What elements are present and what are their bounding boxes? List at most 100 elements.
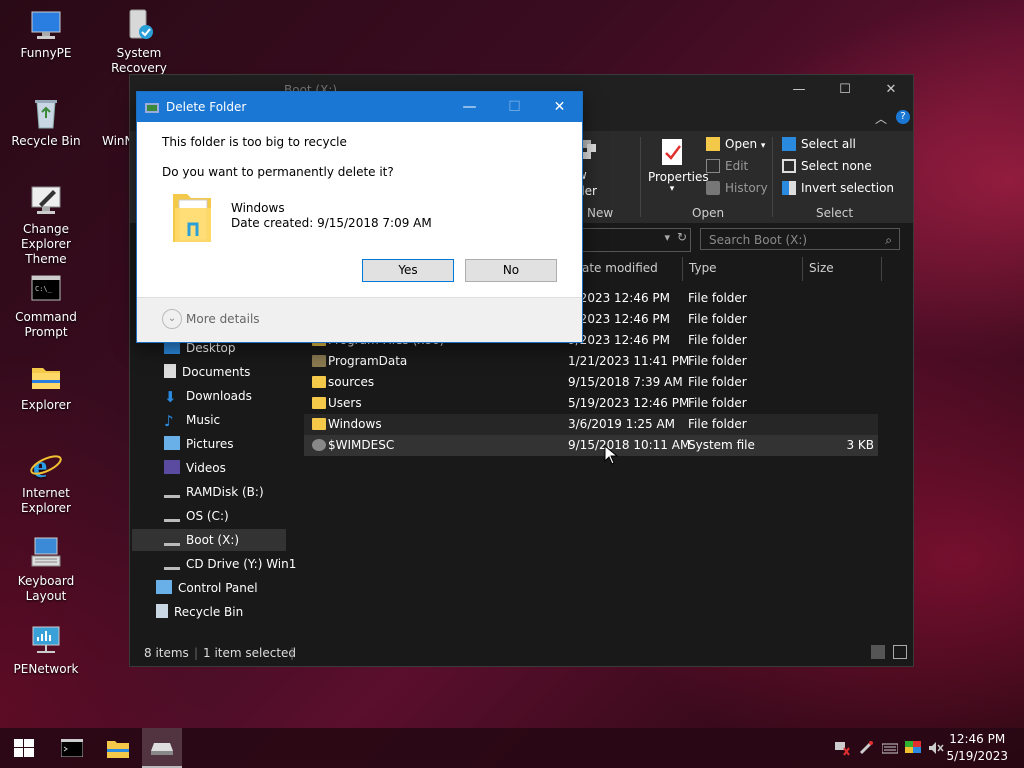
document-icon [164, 364, 176, 378]
select-none-button[interactable]: Select none [782, 159, 872, 173]
file-type: File folder [688, 333, 747, 347]
yes-button[interactable]: Yes [362, 259, 454, 282]
search-input[interactable]: Search Boot (X:) ⌕ [700, 228, 900, 250]
column-date-modified[interactable]: ate modified [582, 261, 658, 275]
select-all-button[interactable]: Select all [782, 137, 856, 151]
refresh-icon[interactable]: ↻ [677, 230, 687, 244]
folder-icon [173, 194, 211, 242]
minimize-button[interactable]: — [776, 75, 822, 105]
file-date: 9/2023 12:46 PM [568, 291, 671, 305]
file-row-selected[interactable]: $WIMDESC 9/15/2018 10:11 AM System file … [304, 435, 878, 456]
taskbar: 12:46 PM 5/19/2023 [0, 728, 1024, 768]
group-new-label: New [587, 206, 614, 220]
file-name: sources [328, 375, 375, 389]
file-date: 9/15/2018 7:39 AM [568, 375, 683, 389]
file-type: System file [688, 438, 755, 452]
taskbar-file-explorer[interactable] [94, 728, 142, 768]
desktop-icon-recycle-bin[interactable]: Recycle Bin [1, 96, 91, 149]
column-type[interactable]: Type [689, 261, 717, 275]
chevron-down-icon[interactable]: ▾ [664, 231, 670, 244]
nav-item-downloads[interactable]: ⬇ Downloads [164, 385, 252, 407]
taskbar-command-prompt[interactable] [48, 728, 96, 768]
nav-item-videos[interactable]: Videos [164, 457, 226, 479]
file-row[interactable]: Users 5/19/2023 12:46 PM File folder [304, 393, 878, 414]
network-icon [29, 624, 63, 658]
network-tray-icon[interactable] [834, 740, 850, 756]
nav-item-ramdisk[interactable]: RAMDisk (B:) [164, 481, 264, 503]
file-type: File folder [688, 417, 747, 431]
desktop-icon-funnype[interactable]: FunnyPE [1, 8, 91, 61]
copy-path-icon[interactable] [580, 138, 604, 163]
nav-item-recycle-bin[interactable]: Recycle Bin [156, 601, 243, 623]
nav-item-cd-drive[interactable]: CD Drive (Y:) Win1 [164, 553, 296, 575]
delete-folder-dialog[interactable]: Delete Folder — ☐ ✕ This folder is too b… [136, 91, 583, 343]
desktop-icon-penetwork[interactable]: PENetwork [1, 624, 91, 677]
drive-icon [151, 743, 173, 755]
maximize-button[interactable]: ☐ [822, 75, 868, 105]
file-date: 5/19/2023 12:46 PM [568, 396, 690, 410]
nav-item-os-c[interactable]: OS (C:) [164, 505, 229, 527]
display-tray-icon[interactable] [905, 740, 921, 756]
file-type: File folder [688, 354, 747, 368]
start-button[interactable] [0, 728, 48, 768]
help-icon[interactable]: ? [896, 110, 910, 124]
column-divider [802, 257, 803, 281]
taskbar-drive-app[interactable] [142, 728, 182, 768]
address-bar[interactable]: ▾ ↻ [578, 228, 691, 252]
no-button[interactable]: No [465, 259, 557, 282]
desktop-icon-explorer[interactable]: Explorer [1, 360, 91, 413]
nav-item-control-panel[interactable]: Control Panel [156, 577, 258, 599]
dialog-footer: ⌄ More details [137, 297, 582, 342]
terminal-icon: C:\_ [29, 272, 63, 306]
nav-item-music[interactable]: ♪ Music [164, 409, 220, 431]
nav-label: Downloads [186, 389, 252, 403]
item-count: 8 items [144, 646, 189, 660]
file-row[interactable]: Windows 3/6/2019 1:25 AM File folder [304, 414, 878, 435]
open-button[interactable]: Open ▾ [706, 137, 765, 151]
svg-text:C:\_: C:\_ [35, 285, 53, 293]
desktop-icon-internet-explorer[interactable]: e Internet Explorer [1, 448, 91, 516]
expand-chevron-icon[interactable]: ⌄ [162, 309, 182, 329]
nav-label: Recycle Bin [174, 605, 244, 619]
desktop-icon-system-recovery[interactable]: System Recovery [94, 8, 184, 76]
close-button[interactable]: ✕ [868, 75, 914, 105]
dialog-close-button[interactable]: ✕ [537, 92, 582, 122]
file-row[interactable]: sources 9/15/2018 7:39 AM File folder [304, 372, 878, 393]
music-icon: ♪ [164, 412, 174, 430]
desktop-icon-label: PENetwork [13, 662, 79, 676]
history-icon [706, 181, 720, 195]
dialog-minimize-button[interactable]: — [447, 92, 492, 122]
nav-item-boot-x[interactable]: Boot (X:) [164, 529, 239, 551]
desktop-icon-winn[interactable]: WinN [94, 96, 134, 149]
collapse-ribbon-icon[interactable]: ︿ [875, 110, 887, 127]
desktop-icon-change-explorer-theme[interactable]: Change Explorer Theme [1, 184, 91, 267]
nav-item-documents[interactable]: Documents [164, 361, 250, 383]
mouse-cursor-icon [604, 445, 618, 465]
file-type: File folder [688, 375, 747, 389]
invert-selection-button[interactable]: Invert selection [782, 181, 894, 195]
desktop-icon-command-prompt[interactable]: C:\_ Command Prompt [1, 272, 91, 340]
properties-button[interactable]: Properties ▾ [648, 137, 709, 194]
large-icons-view-icon[interactable] [893, 645, 907, 659]
more-details-link[interactable]: More details [186, 312, 260, 326]
edit-button[interactable]: Edit [706, 159, 748, 173]
keyboard-tray-icon[interactable] [881, 740, 899, 756]
column-size[interactable]: Size [809, 261, 834, 275]
nav-label: Music [186, 413, 221, 427]
keyboard-icon [29, 536, 63, 570]
nav-item-pictures[interactable]: Pictures [164, 433, 234, 455]
folder-icon [107, 741, 129, 758]
system-file-icon [312, 439, 326, 451]
usb-tray-icon[interactable] [858, 740, 874, 756]
system-clock[interactable]: 12:46 PM 5/19/2023 [946, 731, 1008, 765]
details-view-icon[interactable] [871, 645, 885, 659]
selection-count: 1 item selected [203, 646, 297, 660]
open-label: Open [725, 137, 758, 151]
file-row[interactable]: ProgramData 1/21/2023 11:41 PM File fold… [304, 351, 878, 372]
volume-muted-icon[interactable] [928, 740, 944, 756]
dialog-titlebar[interactable]: Delete Folder — ☐ ✕ [137, 92, 582, 122]
history-button[interactable]: History [706, 181, 768, 195]
desktop-icon-label: Internet Explorer [21, 486, 71, 515]
desktop-icon-keyboard-layout[interactable]: Keyboard Layout [1, 536, 91, 604]
dialog-title: Delete Folder [166, 100, 247, 114]
